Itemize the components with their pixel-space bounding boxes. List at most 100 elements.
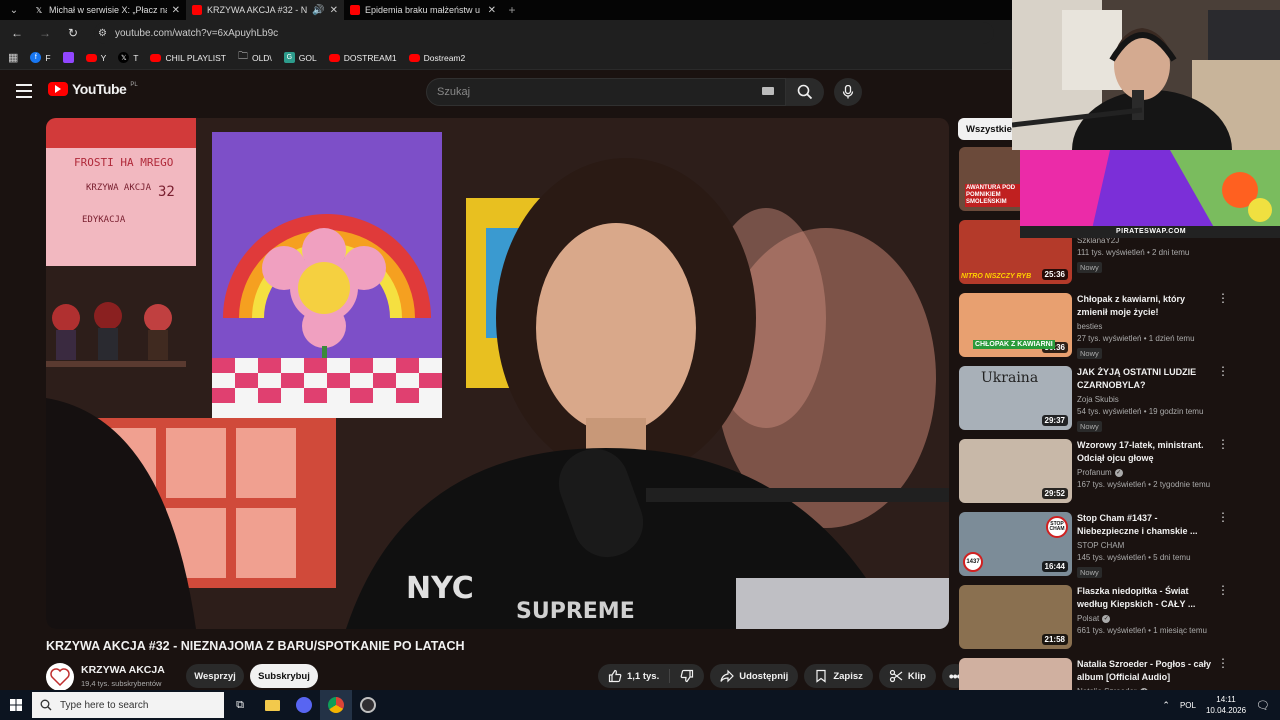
more-vertical-icon[interactable]: ⋮: [1217, 438, 1229, 450]
bookmark-dostream1[interactable]: DOSTREAM1: [328, 53, 397, 63]
bookmark-gol[interactable]: G GOL: [283, 52, 317, 63]
more-vertical-icon[interactable]: ⋮: [1217, 292, 1229, 304]
video-thumbnail[interactable]: [959, 658, 1072, 690]
verified-check-icon: ✓: [1102, 614, 1111, 623]
webcam-overlay: [1012, 0, 1280, 150]
video-thumbnail[interactable]: 29:37 Ukraina: [959, 366, 1072, 430]
menu-hamburger-icon[interactable]: [16, 84, 32, 98]
search-input[interactable]: Szukaj: [426, 78, 786, 106]
share-button[interactable]: Udostępnij: [710, 664, 799, 688]
recommendation-meta: 111 tys. wyświetleń • 2 dni temu: [1077, 248, 1190, 257]
discord-button[interactable]: [288, 690, 320, 720]
recommendation-title[interactable]: Stop Cham #1437 - Niebezpieczne i chamsk…: [1077, 512, 1217, 538]
bookmark-chil-playlist[interactable]: CHIL PLAYLIST: [150, 53, 226, 63]
recommendation-title[interactable]: Flaszka niedopitka - Świat według Kiepsk…: [1077, 585, 1217, 611]
audio-playing-icon[interactable]: 🔊: [312, 5, 324, 16]
new-badge: Nowy: [1077, 348, 1102, 359]
recommendation-item[interactable]: 21:58 Flaszka niedopitka - Świat według K…: [959, 584, 1234, 651]
video-player[interactable]: FROSTI HA MREGO KRZYWA AKCJA 32 EDYKACJA: [46, 118, 949, 629]
thumbs-up-icon: [608, 669, 622, 683]
video-thumbnail[interactable]: 16:44 STOP CHAM 1437: [959, 512, 1072, 576]
recommendation-meta: 145 tys. wyświetleń • 5 dni temu: [1077, 553, 1191, 562]
browser-tab-1[interactable]: 𝕏 Michał w serwisie X: „Płacz nad ✕: [28, 0, 186, 20]
subscribe-button[interactable]: Subskrybuj: [250, 664, 318, 688]
chevron-up-icon[interactable]: ⌃: [1162, 700, 1170, 711]
facebook-icon: f: [30, 52, 42, 63]
save-button[interactable]: Zapisz: [804, 664, 873, 688]
recommendation-channel[interactable]: besties: [1077, 322, 1217, 331]
recommendation-channel[interactable]: Polsat ✓: [1077, 614, 1217, 623]
recommendation-title[interactable]: Chłopak z kawiarni, który zmienił moje ż…: [1077, 293, 1217, 319]
search-button[interactable]: [786, 78, 824, 106]
more-vertical-icon[interactable]: ⋮: [1217, 365, 1229, 377]
obs-icon: [360, 697, 376, 713]
bookmark-facebook[interactable]: fF: [30, 52, 51, 63]
apps-grid-icon[interactable]: ▦: [8, 51, 18, 64]
browser-tab-2[interactable]: KRZYWA AKCJA #32 - NIEZ 🔊 ✕: [186, 0, 344, 20]
close-tab-icon[interactable]: ✕: [172, 5, 180, 16]
recommendation-info: Stop Cham #1437 - Niebezpieczne i chamsk…: [1077, 512, 1217, 580]
close-tab-icon[interactable]: ✕: [330, 5, 338, 16]
task-view-button[interactable]: ⧉: [224, 690, 256, 720]
forward-arrow-icon[interactable]: →: [38, 26, 52, 40]
recommendation-item[interactable]: 16:44 STOP CHAM 1437 Stop Cham #1437 - Nieb…: [959, 511, 1234, 580]
more-vertical-icon[interactable]: ⋮: [1217, 511, 1229, 523]
voice-search-button[interactable]: [834, 78, 862, 106]
file-explorer-button[interactable]: [256, 690, 288, 720]
shirt-text-nyc: NYC: [406, 571, 474, 606]
channel-avatar[interactable]: [46, 663, 74, 690]
recommendation-channel[interactable]: Zoja Skubis: [1077, 395, 1217, 404]
recommendation-info: Natalia Szroeder - Pogłos - cały album […: [1077, 658, 1217, 690]
url-field[interactable]: ⚙ youtube.com/watch?v=6xApuyhLb9c: [94, 22, 994, 44]
browser-tab-3[interactable]: Epidemia braku małżeństw u m ✕: [344, 0, 502, 20]
search-placeholder: Szukaj: [437, 86, 471, 98]
video-thumbnail[interactable]: 21:58: [959, 585, 1072, 649]
dislike-button[interactable]: [670, 664, 704, 688]
keyboard-icon[interactable]: [762, 87, 774, 95]
recommendation-item[interactable]: 30:36 CHŁOPAK Z KAWIARNI Chłopak z kawiarn…: [959, 292, 1234, 359]
obs-button[interactable]: [352, 690, 384, 720]
board-text-1: FROSTI HA MREGO: [74, 156, 173, 169]
shirt-text-supreme: SUPREME: [516, 599, 635, 624]
tab-search-menu[interactable]: ⌄: [0, 0, 28, 20]
video-thumbnail[interactable]: 30:36 CHŁOPAK Z KAWIARNI: [959, 293, 1072, 357]
site-info-icon[interactable]: ⚙: [98, 28, 107, 39]
start-button[interactable]: [0, 690, 32, 720]
thumbs-down-icon: [680, 669, 694, 683]
recommendation-title[interactable]: Wzorowy 17-latek, ministrant. Odciął ojc…: [1077, 439, 1217, 465]
like-button[interactable]: 1,1 tys.: [598, 664, 669, 688]
recommendation-item[interactable]: 29:37 Ukraina JAK ŻYJĄ OSTATNI LUDZIE CZAR…: [959, 365, 1234, 432]
chrome-button[interactable]: [320, 690, 352, 720]
clip-button[interactable]: Klip: [878, 664, 936, 688]
close-tab-icon[interactable]: ✕: [488, 5, 496, 16]
recommendation-item[interactable]: 29:52 Wzorowy 17-latek, ministrant. Odcią…: [959, 438, 1234, 505]
clock[interactable]: 14:11 10.04.2026: [1206, 694, 1246, 716]
notification-icon[interactable]: 🗨: [1256, 699, 1270, 712]
new-tab-button[interactable]: +: [502, 3, 522, 17]
recommendation-item[interactable]: Natalia Szroeder - Pogłos - cały album […: [959, 657, 1234, 690]
taskbar-search-field[interactable]: Type here to search: [32, 692, 224, 718]
more-vertical-icon[interactable]: ⋮: [1217, 584, 1229, 596]
channel-name[interactable]: KRZYWA AKCJA: [81, 664, 165, 676]
recommendation-channel[interactable]: Profanum ✓: [1077, 468, 1217, 477]
address-bar: ← → ↻ ⚙ youtube.com/watch?v=6xApuyhLb9c: [0, 20, 1012, 46]
bookmark-x[interactable]: 𝕏T: [118, 52, 138, 63]
reload-icon[interactable]: ↻: [66, 26, 80, 40]
thumbnail-text: Ukraina: [981, 370, 1039, 386]
bookmark-youtube[interactable]: Y: [85, 53, 106, 63]
youtube-logo[interactable]: YouTube PL: [48, 81, 138, 97]
language-indicator[interactable]: POL: [1180, 701, 1196, 710]
bookmark-twitch[interactable]: [62, 52, 74, 63]
back-arrow-icon[interactable]: ←: [10, 26, 24, 40]
recommendation-title[interactable]: Natalia Szroeder - Pogłos - cały album […: [1077, 658, 1217, 684]
recommendation-channel[interactable]: STOP CHAM: [1077, 541, 1217, 550]
windows-taskbar: Type here to search ⧉ ⌃ POL 14:11 10.04.…: [0, 690, 1280, 720]
video-actions: 1,1 tys. Udostępnij Zapisz Klip •••: [598, 664, 968, 688]
recommendation-title[interactable]: JAK ŻYJĄ OSTATNI LUDZIE CZARNOBYLA?: [1077, 366, 1217, 392]
more-vertical-icon[interactable]: ⋮: [1217, 657, 1229, 669]
chip-all[interactable]: Wszystkie: [958, 118, 1020, 140]
video-thumbnail[interactable]: 29:52: [959, 439, 1072, 503]
bookmark-folder-old[interactable]: 🗀 OLD\: [238, 49, 272, 66]
bookmark-dostream2[interactable]: Dostream2: [408, 53, 465, 63]
support-button[interactable]: Wesprzyj: [186, 664, 244, 688]
